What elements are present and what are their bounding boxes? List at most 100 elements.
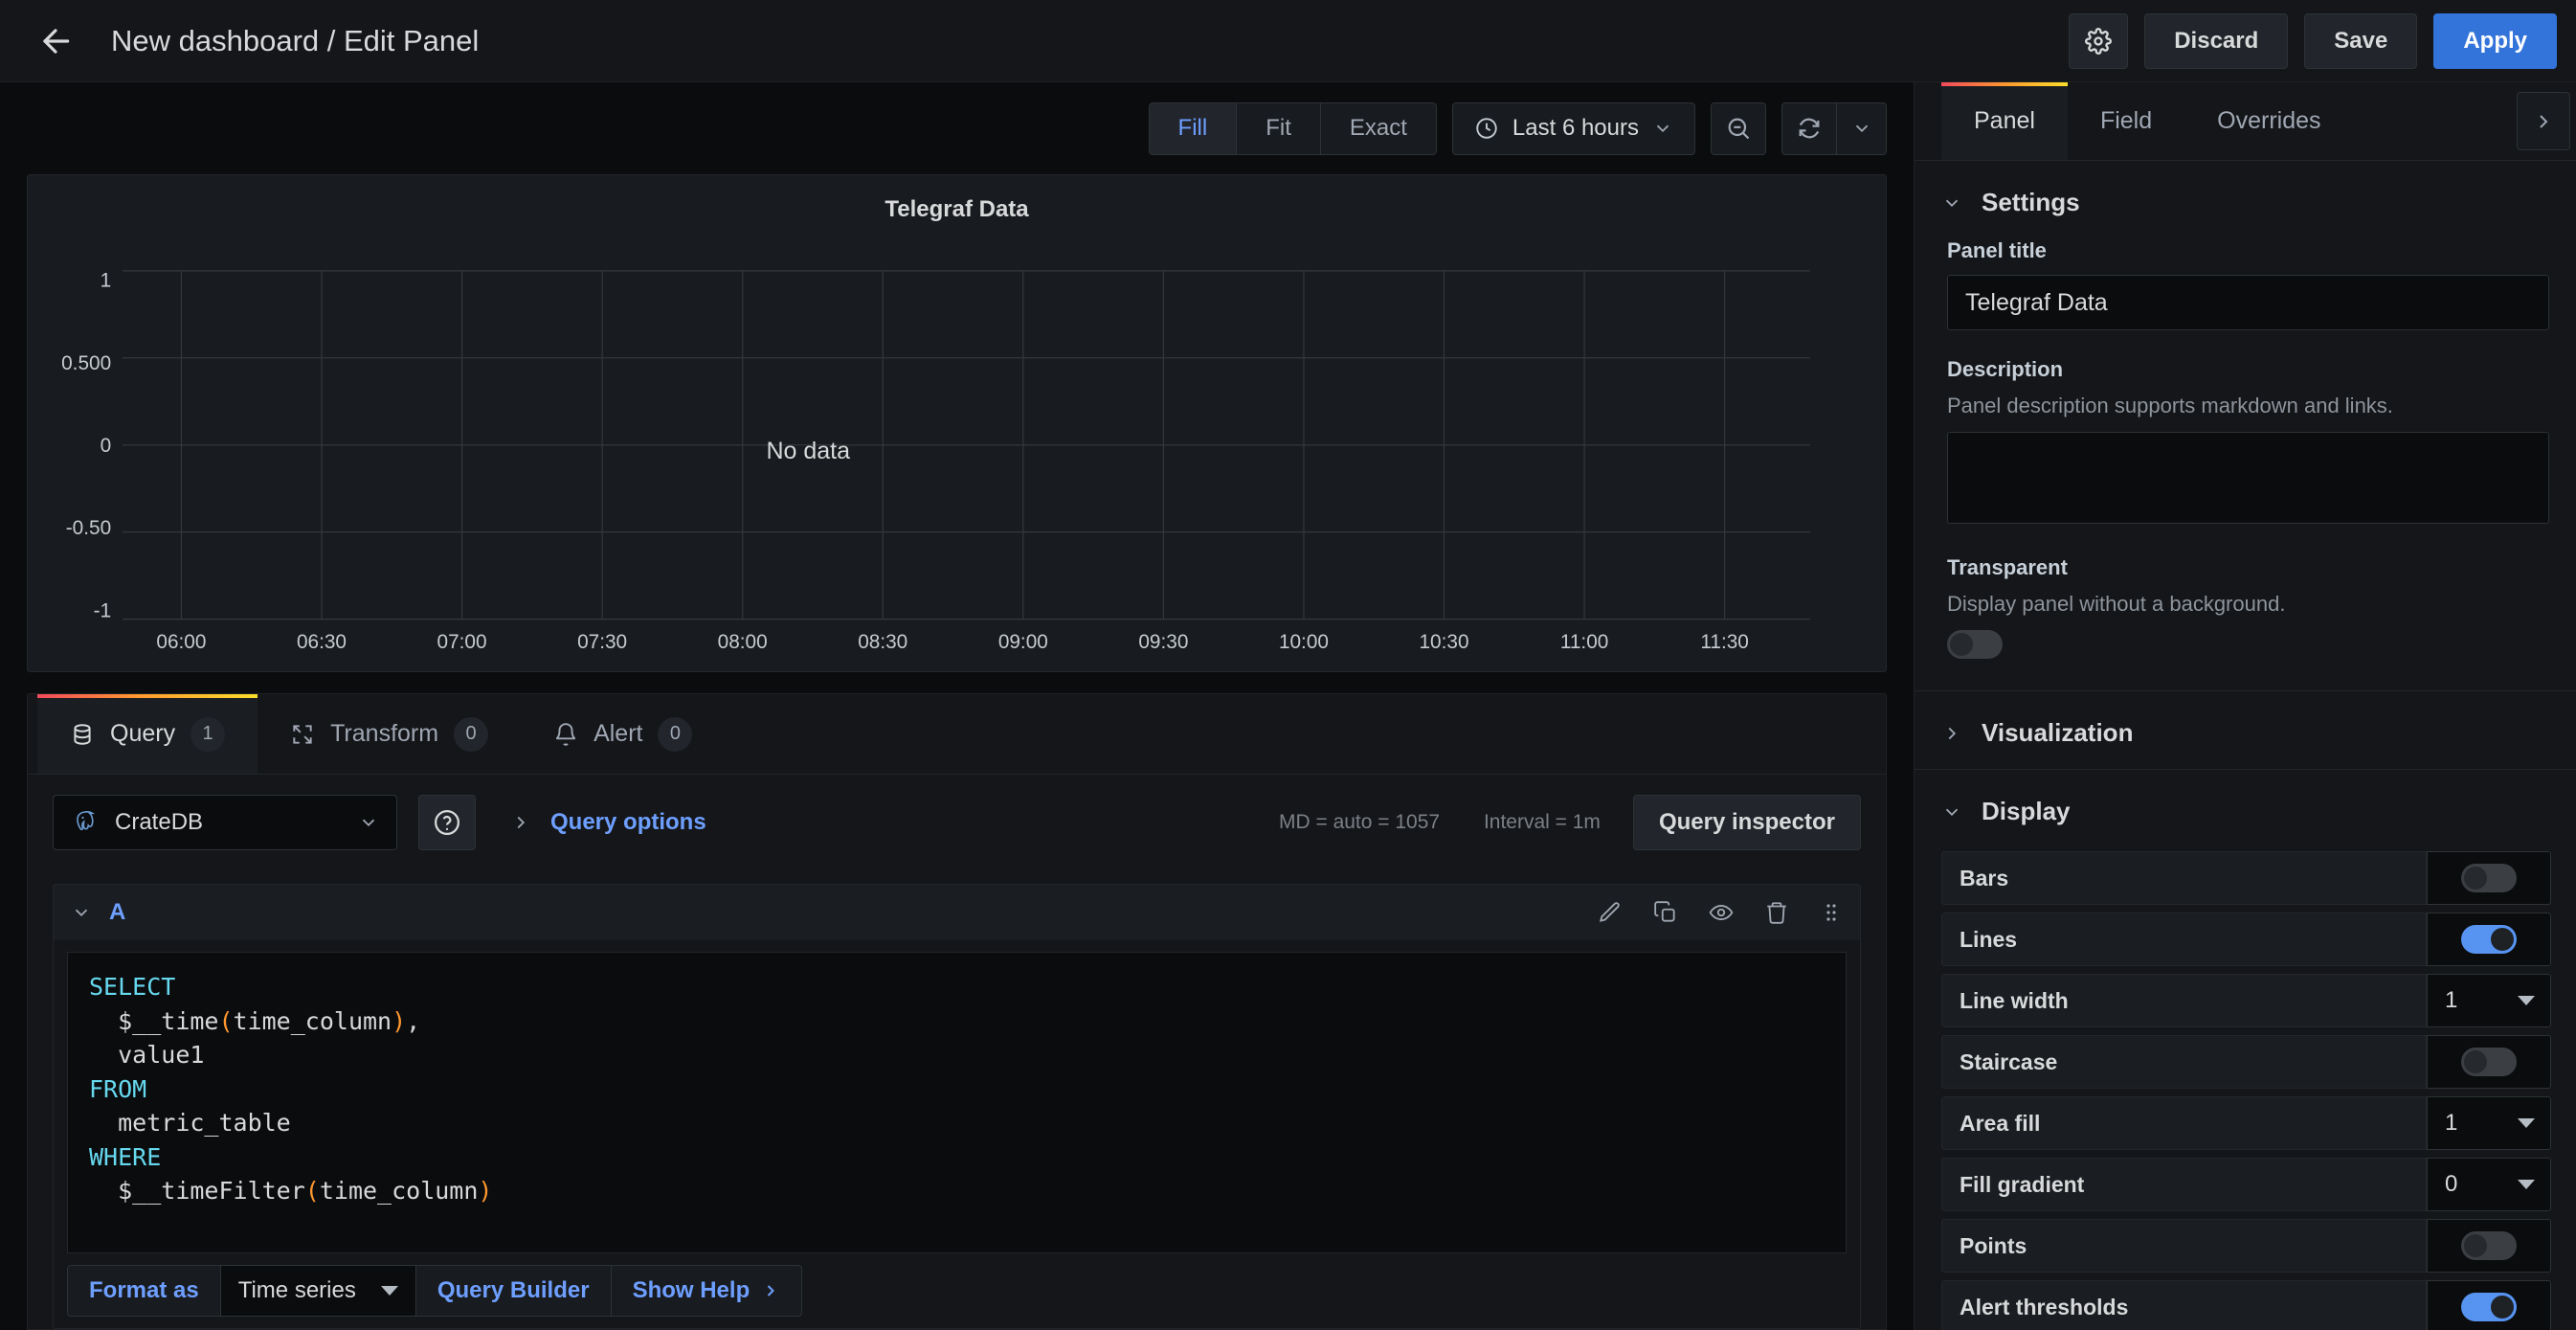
chevron-down-icon (358, 812, 379, 833)
refresh-button[interactable] (1781, 101, 1837, 155)
panel-title-input[interactable] (1947, 275, 2549, 330)
query-editor-card: A SELECT $__time(time_column), value1 FR… (53, 884, 1861, 1329)
query-builder-button[interactable]: Query Builder (415, 1265, 612, 1317)
toggle-knob (2491, 928, 2514, 951)
fill-gradient-select[interactable]: 0 (2427, 1158, 2551, 1211)
tab-panel[interactable]: Panel (1941, 82, 2068, 160)
panel-header-title: Telegraf Data (885, 196, 1029, 222)
time-range-label: Last 6 hours (1512, 115, 1639, 141)
zoom-out-button[interactable] (1711, 101, 1766, 155)
svg-text:07:30: 07:30 (577, 631, 627, 653)
tab-alert[interactable]: Alert 0 (521, 694, 725, 774)
points-toggle[interactable] (2461, 1231, 2517, 1260)
fit-mode-fit[interactable]: Fit (1237, 101, 1321, 155)
show-help-label: Show Help (632, 1277, 750, 1303)
query-row-actions (1598, 900, 1843, 925)
format-as-select[interactable]: Time series (219, 1265, 416, 1317)
svg-text:09:30: 09:30 (1138, 631, 1188, 653)
discard-button[interactable]: Discard (2144, 12, 2289, 69)
alert-thresholds-toggle[interactable] (2461, 1293, 2517, 1321)
svg-text:08:00: 08:00 (718, 631, 768, 653)
section-display-header[interactable]: Display (1915, 770, 2576, 847)
query-meta: MD = auto = 1057 Interval = 1m (1279, 811, 1601, 834)
svg-text:1: 1 (101, 270, 112, 292)
toggle-query-visibility-button[interactable] (1709, 900, 1734, 925)
transform-icon (293, 724, 312, 744)
fit-mode-exact[interactable]: Exact (1320, 101, 1437, 155)
time-range-picker[interactable]: Last 6 hours (1451, 101, 1695, 155)
arrow-left-icon (43, 28, 70, 54)
datasource-help-button[interactable] (418, 795, 476, 850)
display-row-points: Points (1941, 1219, 2551, 1273)
display-row-alert-thresholds: Alert thresholds (1941, 1280, 2551, 1330)
query-inspector-button[interactable]: Query inspector (1632, 795, 1861, 850)
save-button[interactable]: Save (2304, 12, 2418, 69)
display-row-bars: Bars (1941, 851, 2551, 905)
display-row-staircase: Staircase (1941, 1035, 2551, 1089)
query-row-header: A (54, 885, 1860, 940)
description-textarea[interactable] (1947, 432, 2549, 524)
display-row-fill-gradient: Fill gradient 0 (1941, 1158, 2551, 1211)
duplicate-query-button[interactable] (1653, 900, 1678, 925)
bars-toggle[interactable] (2461, 864, 2517, 892)
sql-editor[interactable]: SELECT $__time(time_column), value1 FROM… (67, 952, 1847, 1253)
line-width-select[interactable]: 1 (2427, 974, 2551, 1027)
tab-transform-badge: 0 (454, 716, 489, 752)
display-row-control (2427, 913, 2551, 966)
tab-field[interactable]: Field (2068, 82, 2184, 160)
display-row-label: Alert thresholds (1941, 1280, 2427, 1330)
toggle-knob (2464, 867, 2487, 890)
section-settings-label: Settings (1982, 188, 2080, 216)
tab-transform[interactable]: Transform 0 (258, 694, 521, 774)
svg-text:07:00: 07:00 (437, 631, 487, 653)
query-options-toggle[interactable]: Query options (510, 809, 706, 836)
tab-query[interactable]: Query 1 (37, 694, 258, 774)
query-collapse-toggle[interactable] (71, 902, 92, 923)
display-row-control (2427, 1219, 2551, 1273)
section-display-label: Display (1982, 797, 2071, 825)
section-visualization-header[interactable]: Visualization (1915, 691, 2576, 769)
apply-button[interactable]: Apply (2433, 12, 2557, 69)
staircase-toggle[interactable] (2461, 1048, 2517, 1076)
svg-text:11:00: 11:00 (1560, 631, 1608, 653)
area-fill-select[interactable]: 1 (2427, 1096, 2551, 1150)
page-title: New dashboard / Edit Panel (111, 23, 480, 57)
svg-text:10:30: 10:30 (1420, 631, 1469, 653)
section-settings-header[interactable]: Settings (1915, 161, 2576, 238)
question-circle-icon (435, 810, 459, 835)
fit-mode-fill[interactable]: Fill (1148, 101, 1238, 155)
options-tabs-spacer (2354, 82, 2517, 160)
transparent-toggle[interactable] (1947, 630, 2003, 659)
svg-text:-0.50: -0.50 (66, 517, 111, 539)
trash-icon (1767, 902, 1786, 924)
chevron-down-icon (2518, 1180, 2535, 1189)
edit-query-button[interactable] (1598, 900, 1623, 925)
display-row-label: Area fill (1941, 1096, 2427, 1150)
datasource-picker[interactable]: CrateDB (53, 795, 397, 850)
sql-keyword-select: SELECT (89, 973, 176, 1001)
body: Fill Fit Exact Last 6 hours Telegraf Dat… (0, 82, 2576, 1330)
collapse-options-pane-button[interactable] (2517, 92, 2570, 150)
toggle-knob (2464, 1050, 2487, 1073)
postgres-elephant-icon (77, 811, 96, 831)
toggle-knob (2464, 1234, 2487, 1257)
show-help-button[interactable]: Show Help (611, 1265, 803, 1317)
options-body: Settings Panel title Description Panel d… (1915, 161, 2576, 1330)
display-row-control (2427, 1280, 2551, 1330)
chevron-down-icon (380, 1286, 398, 1296)
drag-query-handle[interactable] (1820, 900, 1843, 925)
refresh-interval-dropdown[interactable] (1837, 101, 1887, 155)
tab-overrides[interactable]: Overrides (2184, 82, 2353, 160)
transparent-help-text: Display panel without a background. (1947, 592, 2286, 616)
area-fill-value: 1 (2445, 1110, 2458, 1136)
panel-settings-button[interactable] (2069, 12, 2129, 69)
chart-area[interactable]: 1 0.500 0 -0.50 -1 06:00 06:30 07:00 07:… (28, 231, 1886, 671)
lines-toggle[interactable] (2461, 925, 2517, 954)
transparent-field: Transparent Display panel without a back… (1915, 555, 2576, 664)
remove-query-button[interactable] (1764, 900, 1789, 925)
chevron-right-icon (510, 812, 531, 833)
sql-keyword-from: FROM (89, 1074, 147, 1103)
back-button[interactable] (31, 16, 80, 66)
